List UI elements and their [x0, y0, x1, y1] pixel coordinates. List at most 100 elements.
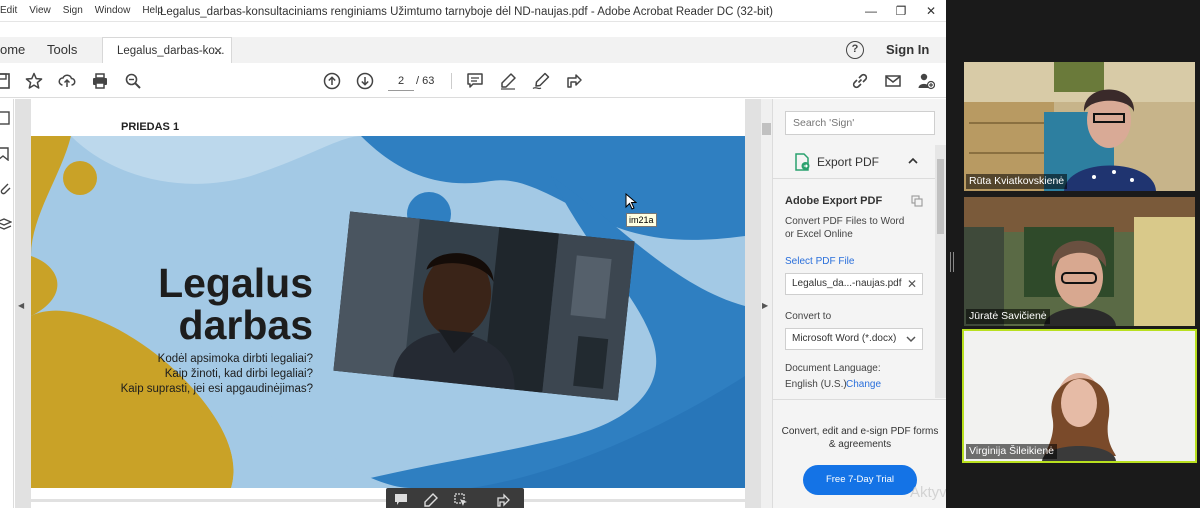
sign-pen-icon[interactable] — [531, 71, 551, 91]
collapse-left-arrow-icon[interactable]: ◀ — [18, 301, 24, 310]
copy-icon[interactable] — [911, 195, 923, 207]
document-language-value: English (U.S.) — [785, 379, 847, 390]
close-window-button[interactable]: ✕ — [916, 0, 946, 22]
menu-sign[interactable]: Sign — [57, 2, 89, 20]
select-tool-icon[interactable] — [454, 493, 468, 507]
slide-line-2: Kaip žinoti, kad dirbi legaliai? — [164, 368, 313, 380]
slide-title-line1: Legalus — [158, 260, 313, 306]
participant-name: Rūta Kviatkovskienė — [966, 174, 1068, 189]
title-bar: Edit View Sign Window Help Legalus_darba… — [0, 0, 946, 22]
chevron-down-icon — [906, 336, 916, 343]
menu-edit[interactable]: Edit — [0, 2, 23, 20]
change-language-link[interactable]: Change — [846, 379, 881, 390]
tab-bar: ome Tools Legalus_darbas-ko... ✕ ? Sign … — [0, 37, 946, 63]
participant-video-icon — [964, 197, 1195, 326]
active-speaker-tile[interactable]: Virginija Šileikienė — [962, 329, 1197, 463]
participant-video-icon — [964, 331, 1195, 461]
export-pdf-header[interactable]: Export PDF — [773, 145, 935, 179]
main-toolbar: 2 / 63 — [0, 64, 946, 98]
menu-bar: Edit View Sign Window Help — [0, 2, 169, 20]
right-tools-pane: ▶ Export PDF Adobe Export PDF Convert PD… — [762, 99, 946, 508]
export-section-title: Adobe Export PDF — [785, 195, 883, 207]
tab-document[interactable]: Legalus_darbas-ko... ✕ — [102, 37, 232, 63]
slide-subtitle: Kodėl apsimoka dirbti legaliai? Kaip žin… — [71, 352, 313, 397]
left-navigation-pane — [0, 99, 14, 508]
comment-icon[interactable] — [394, 493, 408, 507]
link-icon[interactable] — [850, 71, 870, 91]
page-thumbnails-icon[interactable] — [0, 111, 12, 125]
tab-close-icon[interactable]: ✕ — [213, 38, 223, 64]
participant-video-icon — [964, 62, 1195, 191]
sign-in-button[interactable]: Sign In — [886, 37, 929, 63]
upload-cloud-icon[interactable] — [57, 71, 77, 91]
tab-document-label: Legalus_darbas-ko... — [117, 45, 225, 57]
floating-annotation-toolbar — [386, 488, 524, 508]
save-icon[interactable] — [0, 71, 12, 91]
select-pdf-file-link[interactable]: Select PDF File — [785, 256, 854, 267]
highlight-pen-icon[interactable] — [498, 71, 518, 91]
comment-icon[interactable] — [465, 71, 485, 91]
screen: Edit View Sign Window Help Legalus_darba… — [0, 0, 1200, 508]
tooltip: im21a — [626, 213, 657, 227]
clear-file-icon[interactable]: ✕ — [907, 274, 917, 294]
tab-home[interactable]: ome — [0, 37, 25, 63]
chevron-up-icon[interactable] — [907, 155, 919, 167]
document-view: ◀ PRIEDAS 1 Legalus darbas Kodėl apsimok… — [15, 99, 772, 508]
export-description: Convert PDF Files to Word or Excel Onlin… — [785, 216, 905, 240]
slide-photo — [333, 211, 635, 401]
pane-scrollbar[interactable] — [935, 145, 946, 398]
convert-format-select[interactable]: Microsoft Word (*.docx) — [785, 328, 923, 350]
slide-title-line2: darbas — [178, 302, 313, 348]
scrollbar-thumb[interactable] — [762, 123, 771, 135]
help-icon[interactable]: ? — [846, 41, 864, 59]
maximize-button[interactable]: ❐ — [886, 0, 916, 22]
convert-to-label: Convert to — [785, 311, 832, 322]
bookmarks-icon[interactable] — [0, 147, 12, 161]
add-user-icon[interactable] — [916, 71, 936, 91]
participant-name: Virginija Šileikienė — [966, 444, 1058, 459]
free-trial-button[interactable]: Free 7-Day Trial — [803, 465, 917, 495]
window-title: Legalus_darbas-konsultaciniams renginiam… — [160, 6, 773, 18]
slide-image: Legalus darbas Kodėl apsimoka dirbti leg… — [31, 136, 745, 488]
man-portrait-icon — [333, 211, 635, 401]
pane-scrollbar-thumb[interactable] — [937, 159, 944, 234]
tool-search-input[interactable] — [785, 111, 935, 135]
zoom-icon[interactable] — [123, 71, 143, 91]
collapse-pane-arrow-icon[interactable]: ▶ — [762, 301, 768, 310]
tab-tools[interactable]: Tools — [47, 37, 77, 63]
export-pdf-icon — [795, 153, 810, 171]
video-call-panel: Rūta Kviatkovskienė Jūratė Savičienė Vir… — [946, 0, 1200, 508]
highlight-pen-icon[interactable] — [424, 493, 438, 507]
panel-resize-handle[interactable] — [950, 252, 954, 272]
share-icon[interactable] — [564, 71, 584, 91]
slide-title: Legalus darbas — [71, 262, 313, 346]
windows-activation-watermark: Aktyvinti „Windows“ — [910, 484, 946, 501]
menu-view[interactable]: View — [23, 2, 57, 20]
attachments-icon[interactable] — [0, 181, 12, 195]
slide-line-3: Kaip suprasti, jei esi apgaudinėjimas? — [120, 383, 313, 395]
layers-icon[interactable] — [0, 217, 12, 231]
selected-file-field[interactable]: Legalus_da...-naujas.pdf ✕ — [785, 273, 923, 295]
document-language-label: Document Language: — [785, 363, 881, 374]
menu-window[interactable]: Window — [89, 2, 137, 20]
toolbar-separator — [451, 73, 452, 89]
page-down-icon[interactable] — [355, 71, 375, 91]
export-pdf-label: Export PDF — [817, 155, 880, 169]
participant-tile[interactable]: Rūta Kviatkovskienė — [964, 62, 1195, 191]
pdf-page: PRIEDAS 1 Legalus darbas Kodėl apsimoka … — [31, 99, 745, 499]
page-total: / 63 — [416, 75, 435, 87]
print-icon[interactable] — [90, 71, 110, 91]
share-icon[interactable] — [496, 493, 510, 507]
email-icon[interactable] — [883, 71, 903, 91]
promo-text: Convert, edit and e-sign PDF forms & agr… — [781, 426, 939, 450]
mouse-pointer-icon — [625, 193, 637, 210]
participant-tile[interactable]: Jūratė Savičienė — [964, 197, 1195, 326]
bookmark-star-icon[interactable] — [24, 71, 44, 91]
minimize-button[interactable]: — — [856, 0, 886, 22]
acrobat-window: Edit View Sign Window Help Legalus_darba… — [0, 0, 946, 508]
current-page-input[interactable]: 2 — [388, 71, 414, 91]
page-up-icon[interactable] — [322, 71, 342, 91]
convert-format-value: Microsoft Word (*.docx) — [792, 333, 897, 344]
page-heading: PRIEDAS 1 — [121, 121, 180, 133]
participant-name: Jūratė Savičienė — [966, 309, 1050, 324]
